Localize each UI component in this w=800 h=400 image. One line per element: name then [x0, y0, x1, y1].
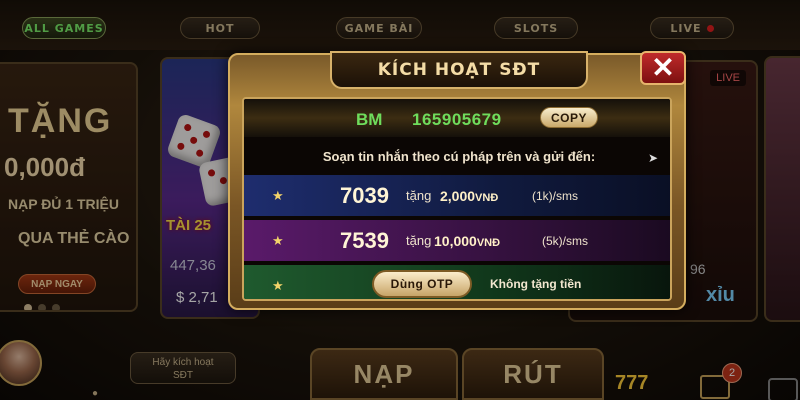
- otp-option: ★ Dùng OTP Không tặng tiền: [244, 265, 670, 299]
- dialog-title-plate: KÍCH HOẠT SĐT: [330, 51, 588, 89]
- sms-code-prefix: BM: [356, 110, 383, 129]
- sms-shortcode: 7539: [340, 227, 389, 253]
- sms-option-7539[interactable]: ★ 7539 tặng 10,000VNĐ (5k)/sms: [244, 220, 670, 261]
- star-icon: ★: [272, 187, 284, 203]
- no-gift-label: Không tặng tiền: [490, 277, 582, 291]
- dialog-title: KÍCH HOẠT SĐT: [377, 60, 541, 80]
- close-icon: ✕: [651, 52, 675, 83]
- star-icon: ★: [272, 232, 284, 248]
- gift-amount-value: 2,000: [440, 187, 476, 204]
- activate-phone-dialog: KÍCH HOẠT SĐT ✕ BM 165905679 COPY Soạn t…: [228, 51, 686, 310]
- sms-shortcode: 7039: [340, 182, 389, 208]
- sms-rate: (5k)/sms: [542, 233, 588, 248]
- sms-code-row: BM 165905679 COPY: [244, 99, 670, 137]
- mouse-cursor-icon: ➤: [648, 151, 659, 165]
- sms-instruction: Soạn tin nhắn theo cú pháp trên và gửi đ…: [322, 149, 596, 164]
- gift-amount-value: 10,000: [434, 232, 477, 249]
- sms-rate: (1k)/sms: [532, 188, 578, 203]
- dialog-body: BM 165905679 COPY Soạn tin nhắn theo cú …: [242, 97, 672, 301]
- sms-option-7039[interactable]: ★ 7039 tặng 2,000VNĐ (1k)/sms: [244, 175, 670, 216]
- copy-button[interactable]: COPY: [540, 107, 598, 128]
- gift-currency: VNĐ: [476, 236, 501, 249]
- use-otp-button[interactable]: Dùng OTP: [372, 270, 472, 298]
- gift-currency: VNĐ: [475, 191, 499, 204]
- close-button[interactable]: ✕: [640, 51, 686, 85]
- star-icon: ★: [272, 277, 284, 293]
- gift-amount: 2,000VNĐ: [440, 188, 498, 204]
- sms-code-value: 165905679: [412, 110, 502, 129]
- gift-label: tặng: [406, 233, 432, 248]
- gift-amount: 10,000VNĐ: [434, 233, 500, 249]
- gift-label: tặng: [406, 188, 432, 203]
